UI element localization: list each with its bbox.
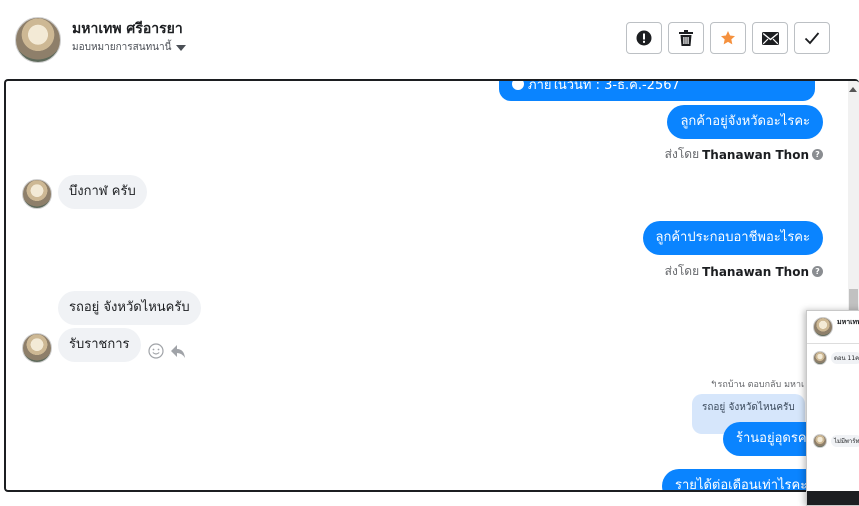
outgoing-message: ลูกค้าประกอบอาชีพอะไรคะ (642, 221, 823, 255)
sent-by-agent: Thanawan Thon (702, 264, 809, 279)
outgoing-message: ลูกค้าอยู่จังหวัดอะไรคะ (667, 105, 823, 139)
mini-chat-avatar (813, 317, 833, 337)
emoji-reaction-icon[interactable] (148, 343, 164, 359)
mini-chat-header[interactable]: มหาเทพ (807, 311, 859, 344)
message-text: ลูกค้าประกอบอาชีพอะไรคะ (655, 230, 810, 245)
reply-indicator: ↰รถบ้าน ตอบกลับ มหาเ (710, 380, 805, 390)
incoming-message: รถอยู่ จังหวัดไหนครับ (58, 291, 201, 325)
trash-icon (679, 30, 693, 46)
sent-by-agent: Thanawan Thon (702, 147, 809, 162)
help-icon[interactable]: ? (812, 266, 823, 277)
assign-conversation-dropdown[interactable]: มอบหมายการสนทนานี้ (72, 40, 187, 55)
mini-chat-message: ตอน 11ค (831, 352, 859, 364)
message-text: รับราชการ (69, 337, 130, 352)
message-text: รายได้ต่อเดือนเท่าไรคะ (675, 478, 808, 492)
envelope-icon (761, 31, 779, 45)
sent-by-label: ส่งโดย Thanawan Thon ? (665, 145, 823, 164)
caret-down-icon (176, 44, 187, 51)
spam-button[interactable] (626, 22, 662, 54)
scroll-up-arrow-icon[interactable] (849, 87, 857, 92)
mini-chat-footer (807, 491, 859, 505)
conversation-header: มหาเทพ ศรีอารยา มอบหมายการสนทนานี้ (0, 0, 859, 78)
sent-by-prefix: ส่งโดย (664, 147, 700, 161)
sent-by-label: ส่งโดย Thanawan Thon ? (665, 262, 823, 281)
mini-chat-avatar (813, 434, 827, 448)
message-text: ภายในวันที่ : 3-ธ.ค.-2567 (528, 79, 680, 93)
outgoing-message: ภายในวันที่ : 3-ธ.ค.-2567 (499, 79, 815, 101)
mini-chat-message: ไม่มีพาร์ท (831, 435, 859, 447)
star-button[interactable] (710, 22, 746, 54)
message-text: บึงกาฬ ครับ (69, 184, 136, 199)
sent-by-prefix: ส่งโดย (664, 264, 700, 278)
customer-avatar (22, 333, 52, 363)
incoming-message: บึงกาฬ ครับ (58, 175, 147, 209)
customer-avatar[interactable] (15, 17, 61, 63)
message-thread[interactable]: ภายในวันที่ : 3-ธ.ค.-2567 ลูกค้าอยู่จังห… (4, 79, 859, 492)
check-icon (804, 32, 820, 45)
assign-label: มอบหมายการสนทนานี้ (72, 42, 172, 53)
star-icon (721, 31, 735, 45)
help-icon[interactable]: ? (812, 149, 823, 160)
message-text: ลูกค้าอยู่จังหวัดอะไรคะ (680, 114, 810, 129)
clock-icon (512, 81, 524, 90)
mark-done-button[interactable] (794, 22, 830, 54)
customer-name[interactable]: มหาเทพ ศรีอารยา (72, 18, 183, 40)
reply-icon[interactable] (170, 343, 186, 359)
customer-avatar (22, 179, 52, 209)
delete-button[interactable] (668, 22, 704, 54)
mark-unread-button[interactable] (752, 22, 788, 54)
message-text: รถอยู่ จังหวัดไหนครับ (69, 300, 190, 315)
action-toolbar (626, 22, 830, 54)
mini-chat-avatar (813, 351, 827, 365)
mini-chat-name: มหาเทพ (837, 318, 859, 326)
alert-icon (636, 30, 652, 46)
message-text: ร้านอยู่อุดรคะ (736, 431, 814, 446)
mini-chat-popup[interactable]: มหาเทพ ตอน 11ค ไม่มีพาร์ท (806, 310, 859, 506)
outgoing-message: รายได้ต่อเดือนเท่าไรคะ (662, 469, 828, 492)
incoming-message: รับราชการ (58, 328, 141, 362)
